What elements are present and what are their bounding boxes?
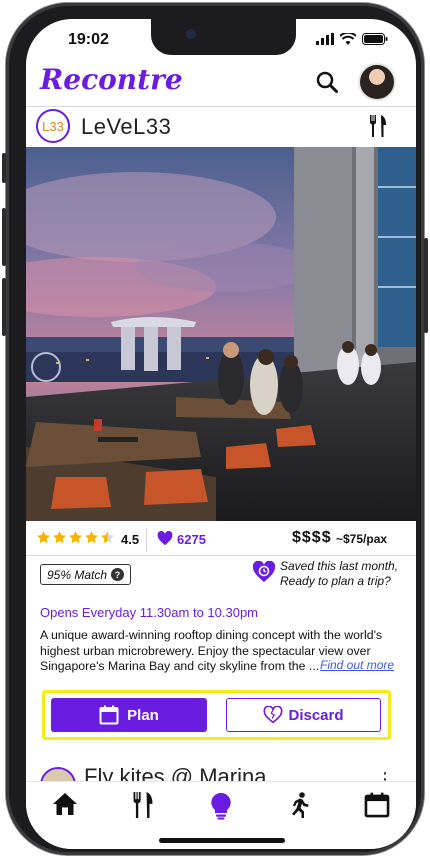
opening-hours: Opens Everyday 11.30am to 10.30pm	[40, 605, 258, 620]
avatar[interactable]	[358, 63, 396, 101]
saved-note: Saved this last month, Ready to plan a t…	[280, 559, 399, 588]
star-icon	[69, 530, 82, 544]
venue-logo[interactable]: L33	[36, 109, 70, 143]
star-half-icon	[101, 530, 114, 544]
saved-heart-icon	[252, 560, 276, 588]
star-icon	[37, 530, 50, 544]
discard-button[interactable]: Discard	[226, 698, 381, 732]
venue-header: L33 LeVeL33	[26, 109, 416, 149]
star-icon	[85, 530, 98, 544]
heart-broken-icon	[264, 706, 283, 724]
home-indicator	[159, 838, 285, 843]
match-label: 95% Match	[47, 567, 108, 582]
price-level: $$$$	[292, 529, 332, 546]
app-header: Recontre	[26, 61, 416, 107]
search-icon	[316, 71, 338, 93]
app-logo: Recontre	[40, 63, 183, 96]
match-badge[interactable]: 95% Match ?	[40, 564, 132, 585]
wifi-icon	[340, 33, 356, 45]
tab-home[interactable]	[26, 782, 104, 849]
divider	[146, 528, 147, 552]
calendar-icon	[364, 792, 390, 818]
notch	[151, 19, 296, 55]
venue-stats: 4.5 6275 $$$$ ~$75/pax	[26, 524, 416, 556]
signal-icon	[316, 33, 334, 45]
rating-stars	[36, 530, 115, 545]
home-icon	[53, 793, 77, 815]
star-icon	[53, 530, 66, 544]
calendar-icon	[99, 705, 119, 725]
plan-button[interactable]: Plan	[51, 698, 207, 732]
find-out-more-link[interactable]: Find out more	[320, 658, 394, 672]
status-icons	[316, 33, 388, 45]
running-icon	[292, 792, 309, 818]
discard-label: Discard	[288, 706, 344, 724]
cutlery-icon	[368, 115, 388, 142]
plan-label: Plan	[127, 706, 159, 724]
app-screen: 19:02 Recontre L33 LeVeL33 4.5 6275 $$$$…	[26, 19, 416, 849]
rating-value: 4.5	[121, 532, 140, 547]
phone-frame: 19:02 Recontre L33 LeVeL33 4.5 6275 $$$$…	[2, 3, 428, 855]
tab-calendar[interactable]	[338, 782, 416, 849]
heart-icon[interactable]	[157, 530, 173, 551]
status-time: 19:02	[68, 31, 109, 48]
cutlery-icon	[133, 792, 153, 818]
action-buttons: Plan Discard	[42, 690, 391, 740]
price-average: ~$75/pax	[336, 532, 388, 546]
help-icon[interactable]: ?	[111, 568, 125, 581]
search-button[interactable]	[316, 71, 338, 98]
venue-photo[interactable]	[26, 147, 416, 521]
battery-icon	[362, 33, 388, 45]
lightbulb-icon	[211, 792, 231, 820]
likes-count: 6275	[177, 532, 206, 547]
venue-name[interactable]: LeVeL33	[81, 114, 171, 140]
